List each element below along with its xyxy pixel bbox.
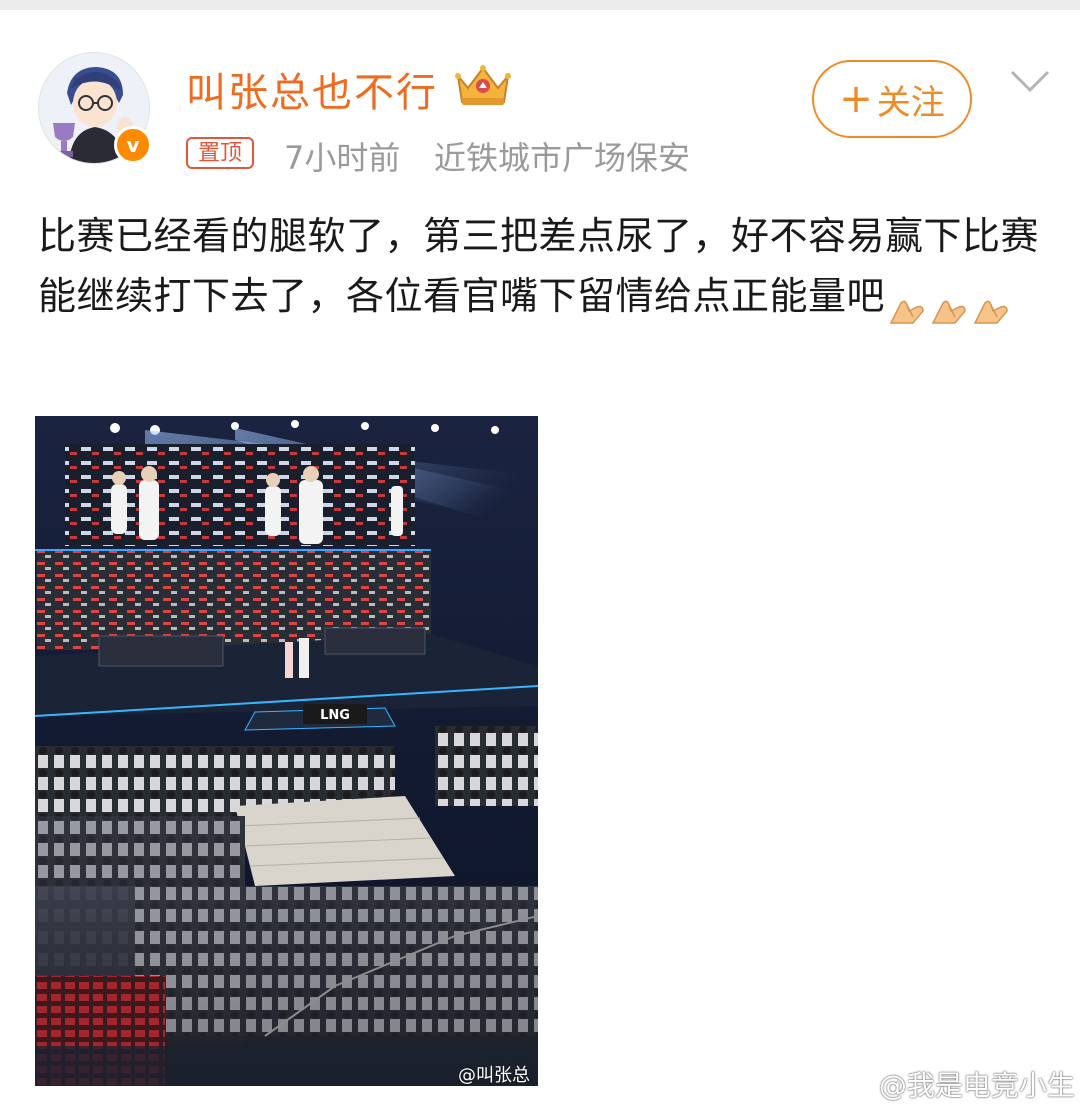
verified-icon: v — [114, 126, 152, 164]
follow-button[interactable]: + 关注 — [812, 60, 972, 138]
follow-label: 关注 — [876, 82, 945, 123]
post-text: 比赛已经看的腿软了，第三把差点尿了，好不容易赢下比赛能继续打下去了，各位看官嘴下… — [38, 206, 1048, 326]
chevron-down-icon[interactable] — [1008, 68, 1052, 96]
pray-hands-icon — [929, 284, 969, 324]
top-divider — [0, 0, 1080, 10]
pinned-badge: 置顶 — [186, 137, 255, 169]
username[interactable]: 叫张总也不行 — [186, 60, 438, 118]
pray-hands-icon — [971, 284, 1011, 324]
post-time: 7小时前 — [284, 139, 401, 177]
pray-hands-icon — [887, 284, 927, 324]
post-image[interactable]: LNG — [35, 416, 538, 1086]
plus-icon: + — [839, 76, 873, 122]
weibo-icon — [832, 1076, 868, 1100]
crown-badge-icon[interactable] — [452, 62, 514, 108]
stage-logo: LNG — [320, 708, 350, 723]
image-watermark: @叫张总 — [458, 1065, 530, 1086]
post-source[interactable]: 近铁城市广场保安 — [434, 133, 690, 179]
page-watermark: @我是电竞小生 — [832, 1064, 1075, 1104]
